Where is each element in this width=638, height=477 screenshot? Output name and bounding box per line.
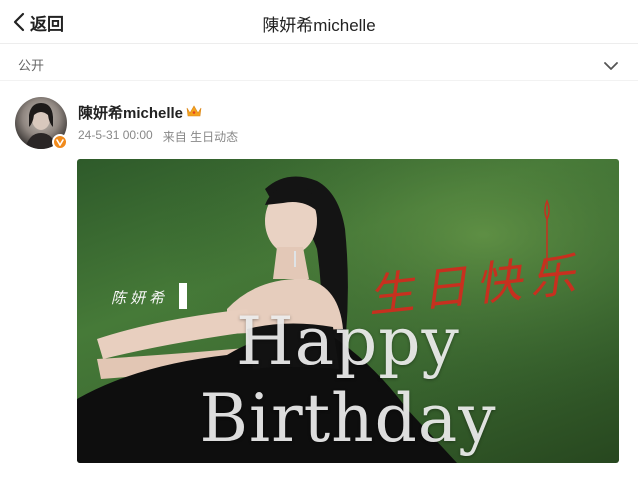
post-meta: 24-5-31 00:00 来自 生日动态 <box>78 128 238 145</box>
post-card: 陳妍希michelle 24-5-31 00:00 来自 生日动态 陈妍希 生日… <box>0 82 638 477</box>
chevron-down-icon[interactable] <box>604 58 618 76</box>
post-author[interactable]: 陳妍希michelle <box>78 102 202 123</box>
author-name: 陳妍希michelle <box>78 105 184 122</box>
top-bar: 返回 陳妍希michelle <box>0 0 638 44</box>
post-image[interactable]: 陈妍希 生日快乐 Happy Birthday <box>77 159 619 463</box>
verified-badge-icon <box>52 134 68 150</box>
visibility-label: 公开 <box>18 58 45 73</box>
visibility-selector[interactable]: 公开 <box>0 45 638 81</box>
page-title: 陳妍希michelle <box>262 16 376 35</box>
crown-icon <box>186 104 202 122</box>
photo-caption: Happy Birthday <box>199 303 497 457</box>
post-source[interactable]: 来自 生日动态 <box>163 128 238 145</box>
post-timestamp: 24-5-31 00:00 <box>78 128 153 142</box>
